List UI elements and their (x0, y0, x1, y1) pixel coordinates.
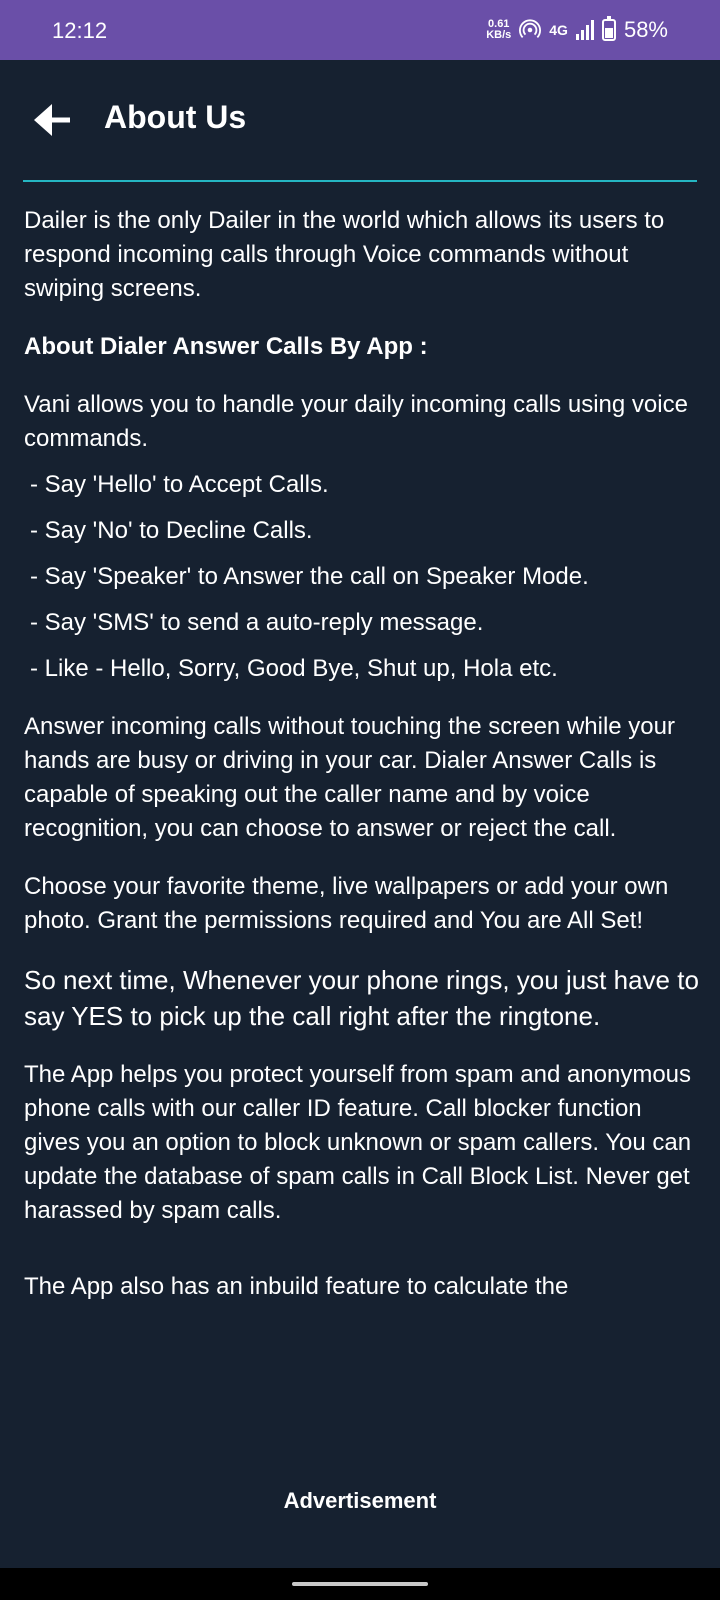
bullet-item: - Say 'Speaker' to Answer the call on Sp… (30, 563, 589, 590)
header-divider (23, 180, 697, 182)
battery-icon (601, 16, 616, 41)
about-content[interactable]: Dailer is the only Dailer in the world w… (24, 204, 704, 1422)
status-icons: 0.61 KB/s 4G 58% (486, 14, 668, 46)
navigation-bar (0, 1568, 720, 1600)
answer-paragraph: Answer incoming calls without touching t… (24, 713, 675, 842)
network-speed-unit: KB/s (486, 29, 512, 41)
network-type: 4G (549, 22, 568, 38)
bullet-item: - Say 'No' to Decline Calls. (30, 517, 313, 544)
theme-paragraph: Choose your favorite theme, live wallpap… (24, 873, 669, 934)
bullet-item: - Say 'Hello' to Accept Calls. (30, 471, 329, 498)
spam-paragraph: The App helps you protect yourself from … (24, 1061, 692, 1224)
next-time-paragraph: So next time, Whenever your phone rings,… (24, 965, 699, 1031)
hotspot-icon (519, 19, 542, 38)
battery-percent: 58% (623, 17, 668, 42)
app-header: About Us (0, 60, 720, 180)
inbuild-paragraph: The App also has an inbuild feature to c… (24, 1273, 569, 1300)
vani-paragraph: Vani allows you to handle your daily inc… (24, 391, 688, 452)
network-speed: 0.61 KB/s (486, 19, 511, 41)
status-time: 12:12 (52, 18, 108, 43)
about-heading: About Dialer Answer Calls By App : (24, 333, 428, 360)
bullet-item: - Like - Hello, Sorry, Good Bye, Shut up… (30, 655, 558, 682)
signal-icon (575, 20, 594, 40)
bullet-item: - Say 'SMS' to send a auto-reply message… (30, 609, 484, 636)
page-title: About Us (104, 99, 247, 135)
status-bar: 12:12 0.61 KB/s 4G 58% (0, 0, 720, 60)
back-arrow-icon[interactable] (30, 98, 74, 142)
advertisement-label: Advertisement (283, 1488, 437, 1513)
home-gesture-handle[interactable] (292, 1582, 428, 1586)
intro-paragraph: Dailer is the only Dailer in the world w… (24, 207, 665, 302)
